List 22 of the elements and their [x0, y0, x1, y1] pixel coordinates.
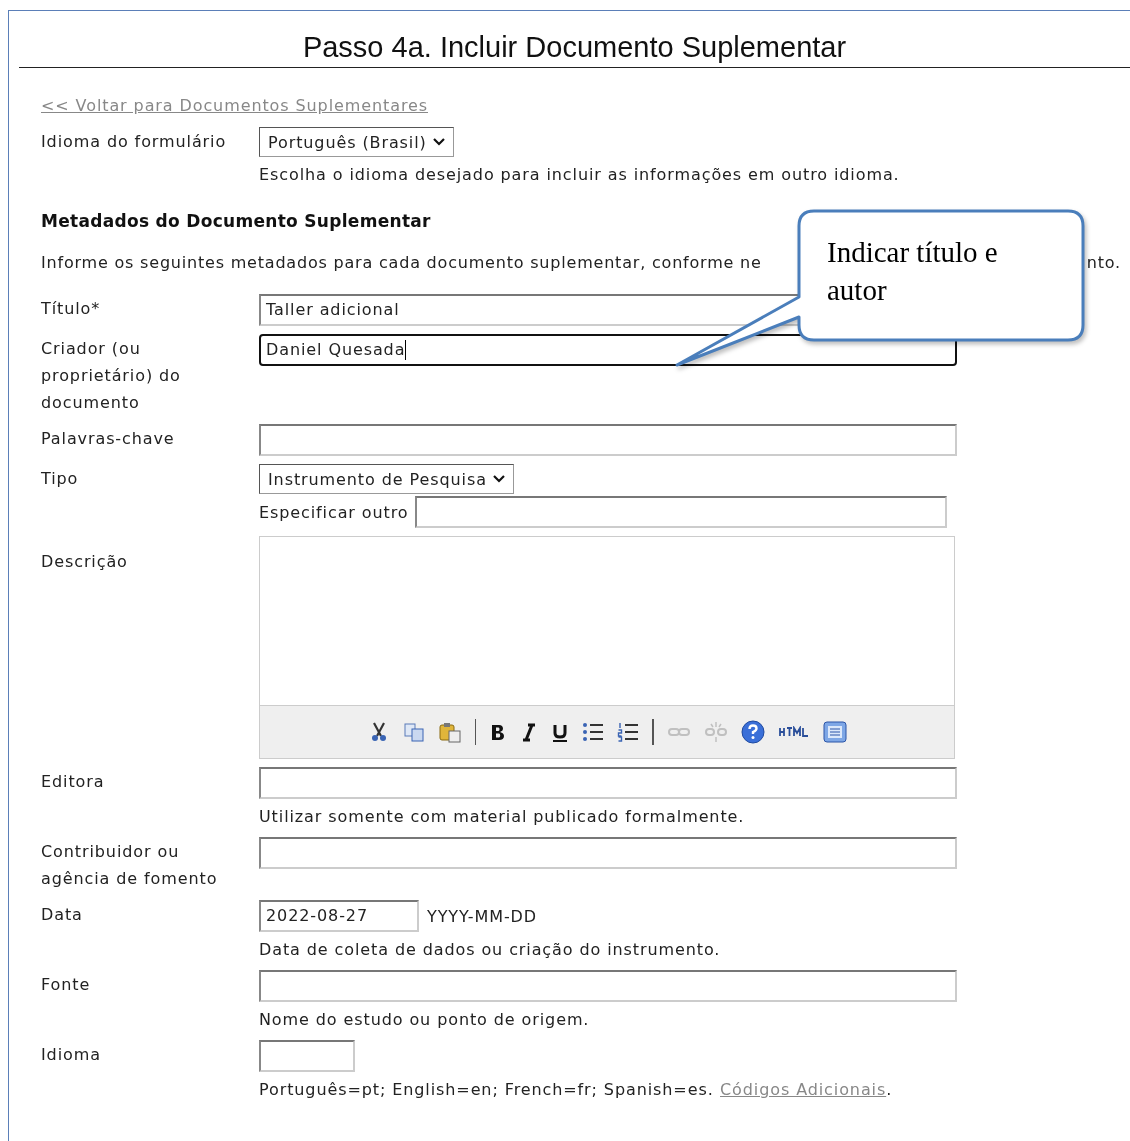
field-label: Tipo	[41, 468, 80, 490]
hint-text: Nome do estudo ou ponto de origem.	[259, 1009, 591, 1031]
hint-text: Português=pt; English=en; French=fr; Spanish=es. Códigos Adicionais.	[259, 1079, 894, 1101]
field-label: Fonte	[41, 974, 92, 996]
field-label: Especificar outro	[259, 502, 409, 522]
field-label: Data	[41, 904, 84, 926]
hint-text: Utilizar somente com material publicado formalmente.	[259, 806, 746, 828]
hint-text: Data de coleta de dados ou criação do instrumento.	[259, 939, 722, 961]
field-label: Descrição	[41, 551, 129, 573]
page-title: Passo 4a. Incluir Documento Suplementar	[19, 31, 1130, 68]
field-label: Palavras-chave	[41, 428, 176, 450]
field-label: Idioma	[41, 1044, 102, 1066]
field-label: Criador (ou proprietário) do documento	[41, 338, 182, 414]
intro-text: Informe os seguintes metadados para cada documento suplementar, conforme ne	[41, 253, 762, 272]
section-heading: Metadados do Documento Suplementar	[41, 211, 432, 231]
field-label: Editora	[41, 771, 106, 793]
intro-text: nto.	[1086, 253, 1121, 272]
field-label: Idioma do formulário	[41, 131, 228, 153]
hint-text: Escolha o idioma desejado para incluir as informações em outro idioma.	[259, 164, 901, 186]
date-format-text: YYYY-MM-DD	[427, 906, 537, 926]
field-label: Contribuidor ou agência de fomento	[41, 841, 219, 890]
field-label: Título*	[41, 298, 102, 320]
